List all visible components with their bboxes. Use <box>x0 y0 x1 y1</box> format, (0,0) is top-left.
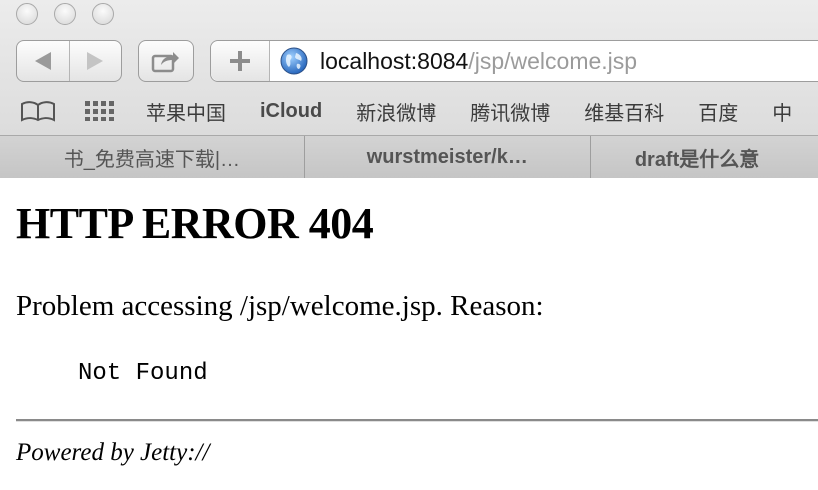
bookmark-wikipedia[interactable]: 维基百科 <box>584 97 664 126</box>
powered-by: Powered by Jetty:// <box>16 439 210 466</box>
close-window-button[interactable] <box>16 3 38 25</box>
bookmark-sina-weibo[interactable]: 新浪微博 <box>356 97 436 126</box>
reading-list-icon <box>21 101 55 122</box>
minimize-window-button[interactable] <box>54 3 76 25</box>
bookmark-icloud[interactable]: iCloud <box>260 100 322 123</box>
page-content: HTTP ERROR 404 Problem accessing /jsp/we… <box>0 178 818 490</box>
tab-item[interactable]: draft是什么意 <box>590 136 818 178</box>
bookmark-tencent-weibo[interactable]: 腾讯微博 <box>470 97 550 126</box>
new-tab-button[interactable] <box>211 41 270 81</box>
tab-item[interactable]: wurstmeister/k… <box>304 136 591 178</box>
zoom-window-button[interactable] <box>92 3 114 25</box>
plus-icon <box>230 51 250 71</box>
bookmark-overflow[interactable]: 中 <box>772 97 792 126</box>
reason-text: Not Found <box>78 360 208 387</box>
problem-text: Problem accessing /jsp/welcome.jsp. Reas… <box>16 290 544 322</box>
forward-icon <box>87 52 104 70</box>
top-sites-icon <box>85 101 114 121</box>
url-host: localhost:8084 <box>320 47 469 74</box>
back-button[interactable] <box>17 41 69 81</box>
share-button[interactable] <box>138 40 194 82</box>
browser-chrome: localhost:8084/jsp/welcome.jsp 苹果中国 iClo… <box>0 0 818 179</box>
tab-bar: 书_免费高速下载|… wurstmeister/k… draft是什么意 <box>0 135 818 179</box>
back-icon <box>34 52 51 70</box>
bookmarks-bar: 苹果中国 iCloud 新浪微博 腾讯微博 维基百科 百度 中 <box>0 92 818 130</box>
share-icon <box>151 52 179 73</box>
error-heading: HTTP ERROR 404 <box>16 199 374 248</box>
url-text: localhost:8084/jsp/welcome.jsp <box>320 48 637 75</box>
top-sites-button[interactable] <box>84 100 116 122</box>
reading-list-button[interactable] <box>20 100 56 122</box>
bookmark-baidu[interactable]: 百度 <box>698 97 738 126</box>
back-forward-group <box>16 40 122 82</box>
bookmark-apple-china[interactable]: 苹果中国 <box>146 97 226 126</box>
forward-button[interactable] <box>68 41 122 81</box>
globe-icon <box>280 47 308 75</box>
url-path: /jsp/welcome.jsp <box>468 47 638 74</box>
address-bar[interactable]: localhost:8084/jsp/welcome.jsp <box>210 40 818 82</box>
tab-item[interactable]: 书_免费高速下载|… <box>0 136 305 178</box>
window-controls <box>16 3 114 25</box>
divider <box>16 419 818 422</box>
